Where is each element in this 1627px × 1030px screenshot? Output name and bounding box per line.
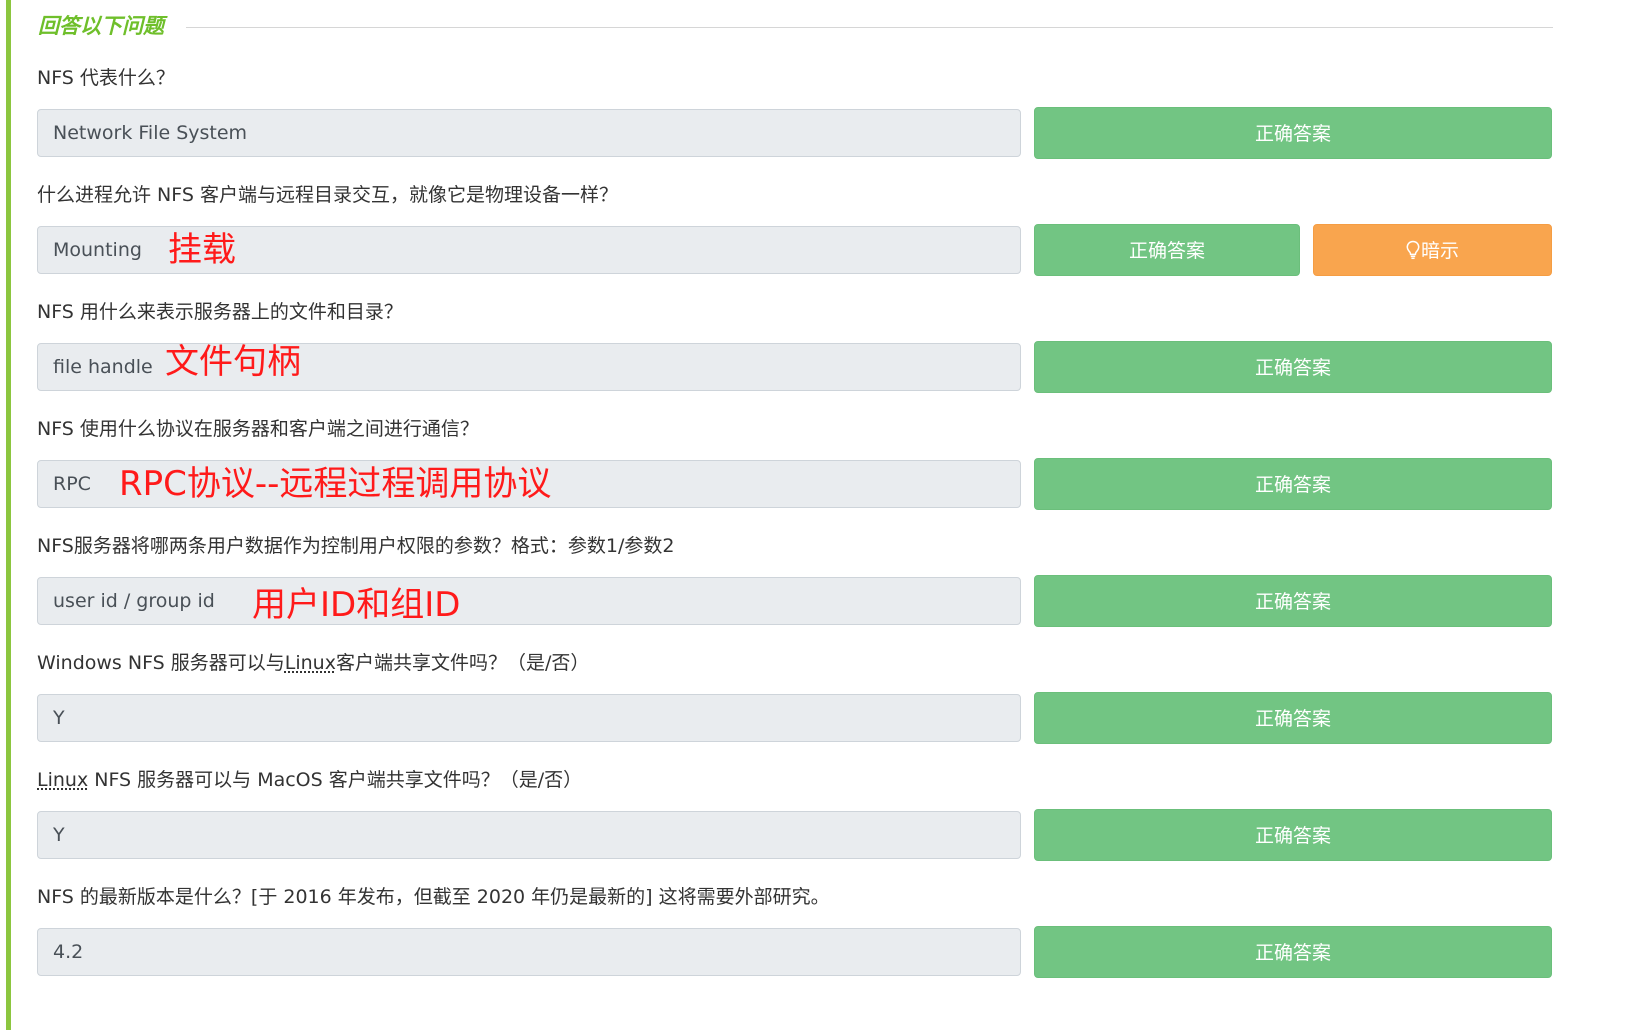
correct-answer-button[interactable]: 正确答案 xyxy=(1034,926,1552,978)
question-text: NFS 的最新版本是什么？[于 2016 年发布，但截至 2020 年仍是最新的… xyxy=(37,886,830,908)
question-text: 什么进程允许 NFS 客户端与远程目录交互，就像它是物理设备一样？ xyxy=(37,184,618,206)
correct-answer-button[interactable]: 正确答案 xyxy=(1034,224,1300,276)
section-divider xyxy=(186,26,1553,28)
correct-answer-button[interactable]: 正确答案 xyxy=(1034,107,1552,159)
question-text-part: 客户端共享文件吗？（是/否） xyxy=(335,652,590,674)
question-text: Linux NFS 服务器可以与 MacOS 客户端共享文件吗？（是/否） xyxy=(37,763,582,797)
handwritten-annotation: 挂载 xyxy=(168,230,236,270)
hint-button[interactable]: 暗示 xyxy=(1313,224,1552,276)
correct-answer-button[interactable]: 正确答案 xyxy=(1034,692,1552,744)
question-text: NFS 代表什么？ xyxy=(37,67,175,89)
correct-answer-button[interactable]: 正确答案 xyxy=(1034,575,1552,627)
lightbulb-icon xyxy=(1406,240,1420,260)
section-title: 回答以下问题 xyxy=(38,13,164,38)
answer-input[interactable]: user id / group id xyxy=(37,577,1021,625)
hint-button-label: 暗示 xyxy=(1420,240,1459,262)
question-text: NFS 使用什么协议在服务器和客户端之间进行通信？ xyxy=(37,418,479,440)
answer-input[interactable]: Network File System xyxy=(37,109,1021,157)
correct-answer-button[interactable]: 正确答案 xyxy=(1034,341,1552,393)
question-page: 回答以下问题 NFS 代表什么？ Network File System 正确答… xyxy=(0,0,1627,1030)
question-text: Windows NFS 服务器可以与Linux客户端共享文件吗？（是/否） xyxy=(37,646,589,680)
answer-input[interactable]: Y xyxy=(37,811,1021,859)
correct-answer-button[interactable]: 正确答案 xyxy=(1034,809,1552,861)
answer-input[interactable]: Y xyxy=(37,694,1021,742)
question-text: NFS服务器将哪两条用户数据作为控制用户权限的参数？格式：参数1/参数2 xyxy=(37,535,675,557)
handwritten-annotation: RPC协议--远程过程调用协议 xyxy=(119,464,552,504)
answer-input[interactable]: 4.2 xyxy=(37,928,1021,976)
correct-answer-button[interactable]: 正确答案 xyxy=(1034,458,1552,510)
question-text: NFS 用什么来表示服务器上的文件和目录？ xyxy=(37,301,403,323)
question-text-part: NFS 服务器可以与 MacOS 客户端共享文件吗？（是/否） xyxy=(88,769,583,791)
question-text-part: Windows NFS 服务器可以与 xyxy=(37,652,285,674)
handwritten-annotation: 用户ID和组ID xyxy=(252,585,461,625)
abbreviation-term[interactable]: Linux xyxy=(37,769,88,791)
section-header: 回答以下问题 xyxy=(38,8,1553,42)
section-accent-bar xyxy=(6,0,11,1030)
abbreviation-term[interactable]: Linux xyxy=(285,652,336,674)
handwritten-annotation: 文件句柄 xyxy=(165,342,301,382)
